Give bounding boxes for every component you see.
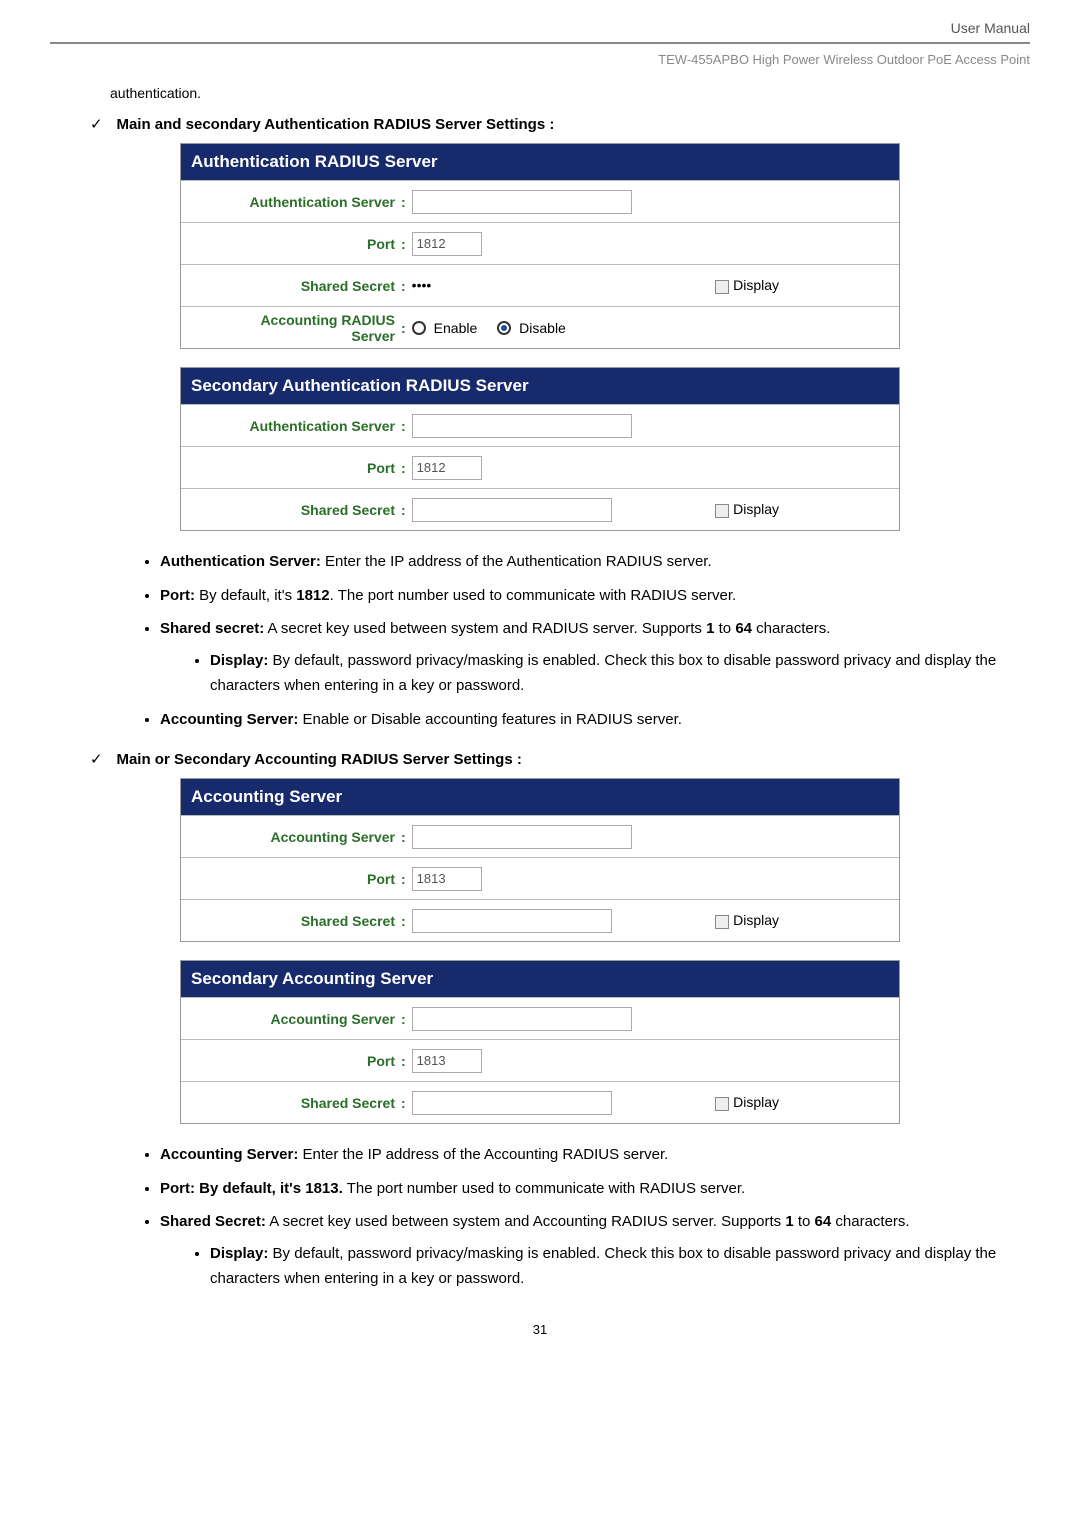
colon: : [401, 1011, 412, 1027]
sec-auth-radius-panel: Secondary Authentication RADIUS Server A… [180, 367, 900, 531]
check-icon: ✓ [90, 116, 103, 133]
sec-accounting-panel: Secondary Accounting Server Accounting S… [180, 960, 900, 1124]
sec-acct-secret-label: Shared Secret [181, 1095, 401, 1111]
bullet-auth-server: Authentication Server: Enter the IP addr… [160, 549, 1030, 575]
radio-disable[interactable] [497, 321, 511, 335]
acct-section-heading-row: ✓ Main or Secondary Accounting RADIUS Se… [50, 750, 1030, 768]
check-icon: ✓ [90, 751, 103, 768]
colon: : [401, 829, 412, 845]
checkbox-icon [715, 504, 729, 518]
acct-server-label: Accounting Server [181, 829, 401, 845]
page-number: 31 [50, 1322, 1030, 1337]
auth-server-label: Authentication Server [181, 194, 401, 210]
colon: : [401, 278, 412, 294]
acct-panel-title: Accounting Server [181, 779, 899, 815]
intro-fragment: authentication. [50, 85, 1030, 101]
auth-section-heading: Main and secondary Authentication RADIUS… [116, 116, 554, 133]
bullet-acct-port: Port: By default, it's 1813. The port nu… [160, 1176, 1030, 1202]
colon: : [401, 320, 412, 336]
header-user-manual: User Manual [50, 20, 1030, 44]
enable-label: Enable [434, 320, 478, 336]
bullet-acct-server: Accounting Server: Enter the IP address … [160, 1142, 1030, 1168]
disable-label: Disable [519, 320, 566, 336]
acct-section-heading: Main or Secondary Accounting RADIUS Serv… [116, 751, 521, 768]
acct-secret-label: Shared Secret [181, 913, 401, 929]
sec-auth-display-toggle[interactable]: Display [715, 501, 779, 517]
accounting-panel: Accounting Server Accounting Server : Po… [180, 778, 900, 942]
bullet-auth-secret: Shared secret: A secret key used between… [160, 616, 1030, 699]
sec-acct-secret-input[interactable] [412, 1091, 612, 1115]
sec-acct-server-label: Accounting Server [181, 1011, 401, 1027]
auth-bullets: Authentication Server: Enter the IP addr… [50, 549, 1030, 732]
sec-auth-server-label: Authentication Server [181, 418, 401, 434]
acct-radius-server-label: Accounting RADIUS Server [181, 312, 401, 344]
acct-secret-input[interactable] [412, 909, 612, 933]
acct-server-input[interactable] [412, 825, 632, 849]
display-label: Display [733, 277, 779, 293]
display-label: Display [733, 912, 779, 928]
sec-auth-server-input[interactable] [412, 414, 632, 438]
bullet-acct-secret: Shared Secret: A secret key used between… [160, 1209, 1030, 1292]
auth-secret-mask: •••• [412, 277, 432, 293]
display-label: Display [733, 1094, 779, 1110]
auth-panel-title: Authentication RADIUS Server [181, 144, 899, 180]
sec-auth-port-input[interactable] [412, 456, 482, 480]
sec-acct-port-input[interactable] [412, 1049, 482, 1073]
acct-port-input[interactable] [412, 867, 482, 891]
colon: : [401, 418, 412, 434]
auth-server-input[interactable] [412, 190, 632, 214]
acct-bullets: Accounting Server: Enter the IP address … [50, 1142, 1030, 1292]
bullet-acct-display: Display: By default, password privacy/ma… [210, 1241, 1030, 1292]
acct-display-toggle[interactable]: Display [715, 912, 779, 928]
sec-acct-port-label: Port [181, 1053, 401, 1069]
sec-acct-display-toggle[interactable]: Display [715, 1094, 779, 1110]
auth-radius-panel: Authentication RADIUS Server Authenticat… [180, 143, 900, 349]
bullet-auth-port: Port: By default, it's 1812. The port nu… [160, 583, 1030, 609]
header-product: TEW-455APBO High Power Wireless Outdoor … [50, 52, 1030, 67]
bullet-auth-accounting: Accounting Server: Enable or Disable acc… [160, 707, 1030, 733]
sec-auth-secret-input[interactable] [412, 498, 612, 522]
colon: : [401, 460, 412, 476]
display-label: Display [733, 501, 779, 517]
colon: : [401, 194, 412, 210]
acct-port-label: Port [181, 871, 401, 887]
colon: : [401, 1095, 412, 1111]
auth-secret-label: Shared Secret [181, 278, 401, 294]
auth-port-input[interactable] [412, 232, 482, 256]
colon: : [401, 913, 412, 929]
colon: : [401, 871, 412, 887]
colon: : [401, 502, 412, 518]
checkbox-icon [715, 1097, 729, 1111]
sec-auth-panel-title: Secondary Authentication RADIUS Server [181, 368, 899, 404]
radio-enable[interactable] [412, 321, 426, 335]
bullet-auth-display: Display: By default, password privacy/ma… [210, 648, 1030, 699]
colon: : [401, 236, 412, 252]
auth-port-label: Port [181, 236, 401, 252]
checkbox-icon [715, 915, 729, 929]
sec-acct-panel-title: Secondary Accounting Server [181, 961, 899, 997]
colon: : [401, 1053, 412, 1069]
sec-auth-port-label: Port [181, 460, 401, 476]
sec-auth-secret-label: Shared Secret [181, 502, 401, 518]
sec-acct-server-input[interactable] [412, 1007, 632, 1031]
auth-section-heading-row: ✓ Main and secondary Authentication RADI… [50, 115, 1030, 133]
auth-display-toggle[interactable]: Display [715, 277, 779, 293]
checkbox-icon [715, 280, 729, 294]
